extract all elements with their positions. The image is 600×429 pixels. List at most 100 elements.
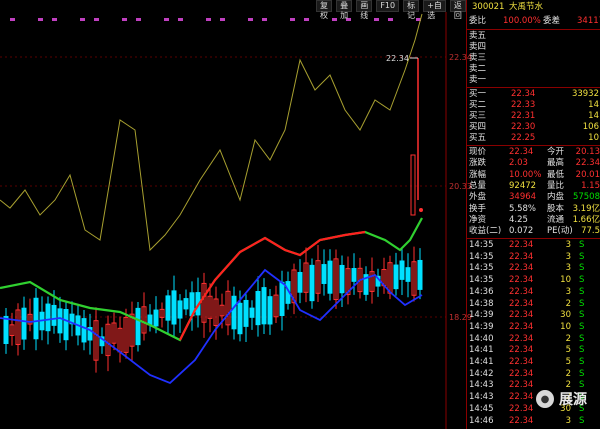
back-button[interactable]: 返回 [449, 0, 467, 20]
top-marker [374, 18, 379, 21]
sell-level-3[interactable]: 卖三 [467, 53, 600, 64]
candle-body [297, 271, 303, 293]
candle-body [399, 260, 405, 280]
candle-body [405, 267, 411, 282]
candle-body [327, 260, 333, 294]
candle-body [63, 309, 69, 341]
sell-level-5[interactable]: 卖五 [467, 31, 600, 42]
top-marker [304, 18, 309, 21]
f10-button[interactable]: F10 [376, 0, 400, 12]
top-marker [290, 18, 295, 21]
tick-row: 14:39 22.34 30 S [469, 310, 585, 321]
candle-body [351, 268, 357, 282]
candle-body [267, 296, 273, 325]
wechat-icon: ● [536, 390, 554, 408]
candle-body [177, 300, 183, 319]
overlay-button[interactable]: 叠加 [336, 0, 353, 20]
sell-level-4[interactable]: 卖四 [467, 42, 600, 53]
quote-row: 收益(二) 0.072 PE(动) 77.5 [469, 226, 600, 237]
candle-body [135, 307, 141, 346]
candle-body [321, 264, 327, 284]
candle-body [21, 307, 27, 340]
candle-body [243, 299, 249, 327]
quote-panel: 300021 大禹节水 委比 100.00% 委差 34117 卖五 卖四 卖三… [466, 0, 600, 429]
buy-level-1[interactable]: 买一 22.34 33932 [467, 89, 600, 100]
candle-body [417, 259, 423, 290]
buy-level-2[interactable]: 买二 22.33 14 [467, 100, 600, 111]
top-marker [122, 18, 127, 21]
chart-toolbar: 复权 叠加 画线 F10 标记 +自选 返回 [316, 0, 467, 20]
candle-body [309, 264, 315, 302]
quote-row: 换手 5.58% 股本 3.19亿 [469, 203, 600, 214]
candle-body [45, 303, 51, 332]
kline-chart[interactable]: 复权 叠加 画线 F10 标记 +自选 返回 22.34 20.33 18.29… [0, 0, 472, 429]
ma-line-green [0, 217, 423, 342]
stock-code: 300021 [472, 2, 505, 12]
top-marker [220, 18, 225, 21]
tick-row: 14:35 22.34 10 S [469, 275, 585, 286]
candle-body [171, 290, 177, 325]
candle-body [231, 295, 237, 330]
watermark-text: 展源 [559, 392, 587, 408]
candle-body [261, 287, 267, 325]
tick-row: 14:35 22.34 3 S [469, 263, 585, 274]
top-marker [388, 18, 393, 21]
top-marker [52, 18, 57, 21]
sell-level-1[interactable]: 卖一 [467, 75, 600, 86]
tick-row: 14:46 22.34 3 S [469, 415, 585, 426]
candle-body [393, 264, 399, 290]
quote-row: 净资 4.25 流通 1.66亿 [469, 214, 600, 225]
kline-svg [0, 12, 447, 429]
tick-row: 14:39 22.34 10 S [469, 321, 585, 332]
candle-body [153, 309, 159, 327]
indicator-line-olive [0, 13, 423, 252]
quote-row: 总量 92472 量比 1.15 [469, 180, 600, 191]
signal-dot [419, 208, 423, 212]
candle-body [183, 298, 189, 310]
candle-body [410, 154, 416, 216]
tick-row: 14:41 22.34 5 S [469, 357, 585, 367]
top-marker [206, 18, 211, 21]
buy-level-3[interactable]: 买三 22.31 14 [467, 111, 600, 122]
stock-name: 大禹节水 [509, 2, 544, 12]
top-marker [262, 18, 267, 21]
top-marker [164, 18, 169, 21]
tick-row: 14:36 22.34 3 S [469, 286, 585, 297]
candle-body [279, 281, 285, 316]
stock-header: 300021 大禹节水 [467, 2, 600, 13]
mark-button[interactable]: 标记 [403, 0, 420, 20]
candle-body [249, 307, 255, 318]
candle-body [81, 318, 87, 343]
candle-body [51, 304, 57, 326]
top-marker [332, 18, 337, 21]
top-marker [136, 18, 141, 21]
quote-row: 现价 22.34 今开 20.13 [469, 147, 600, 157]
quote-row: 涨跌 2.03 最高 22.34 [469, 158, 600, 169]
top-marker [94, 18, 99, 21]
watermark: ● 展源 [536, 389, 587, 409]
candle-body [165, 295, 171, 321]
top-marker [38, 18, 43, 21]
sell-level-2[interactable]: 卖二 [467, 64, 600, 75]
tick-row: 14:38 22.34 2 S [469, 298, 585, 309]
tick-row: 14:42 22.34 2 S [469, 368, 585, 379]
top-marker [10, 18, 15, 21]
tick-row: 14:35 22.34 3 S [469, 240, 585, 250]
candle-body [57, 308, 63, 334]
high-price-callout: 22.34 [386, 54, 409, 63]
top-marker [178, 18, 183, 21]
tick-row: 14:41 22.34 5 S [469, 345, 585, 356]
tick-row: 14:40 22.34 2 S [469, 333, 585, 344]
draw-line-button[interactable]: 画线 [356, 0, 373, 20]
fuquan-button[interactable]: 复权 [316, 0, 333, 20]
add-watchlist-button[interactable]: +自选 [423, 0, 446, 20]
tick-row: 14:35 22.34 3 S [469, 251, 585, 262]
quote-row: 外盘 34964 内盘 57508 [469, 192, 600, 203]
quote-row: 涨幅 10.00% 最低 20.01 [469, 169, 600, 180]
candle-body [33, 297, 39, 340]
top-marker [80, 18, 85, 21]
top-marker [248, 18, 253, 21]
weibi-row: 委比 100.00% 委差 34117 [469, 16, 600, 26]
buy-level-4[interactable]: 买四 22.30 106 [467, 122, 600, 133]
buy-level-5[interactable]: 买五 22.25 10 [467, 133, 600, 144]
